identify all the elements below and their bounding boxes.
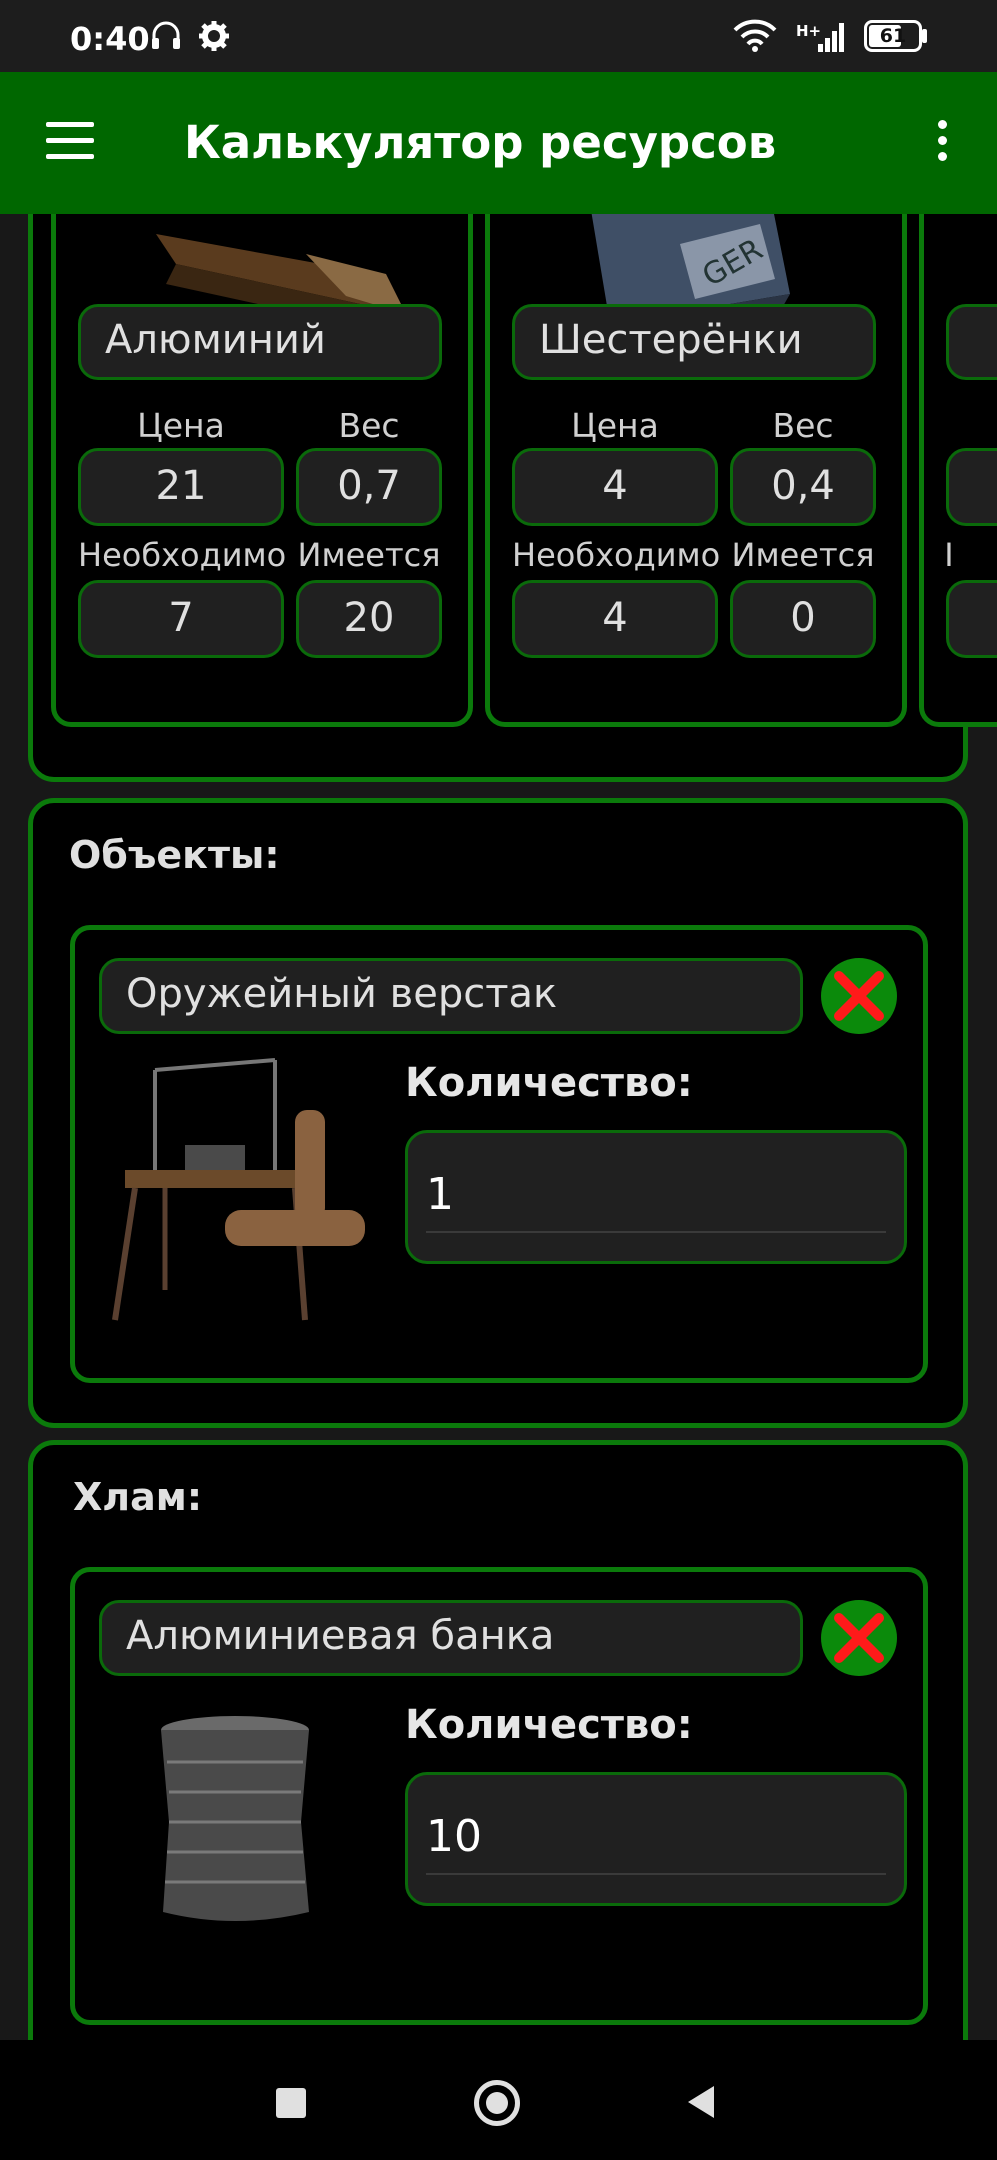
weight-label: Вес [772,406,834,445]
junk-qty-label: Количество: [405,1702,693,1748]
needed-label-partial: I [944,536,954,574]
resource-card: Алюминий Цена Вес 21 0,7 Необходимо Имее… [51,214,473,727]
close-icon [834,1613,884,1663]
needed-label: Необходимо [512,536,721,574]
junk-title: Хлам: [73,1475,203,1519]
objects-panel: Объекты: Оружейный верстак Количество: 1 [28,798,968,1428]
object-name-field[interactable]: Оружейный верстак [99,958,803,1034]
price-label: Цена [137,406,225,445]
object-item-card: Оружейный верстак Количество: 1 [70,925,928,1383]
status-time: 0:40 [70,20,150,58]
navigation-bar [0,2040,997,2160]
resource-card-partial: I [919,214,997,727]
battery-level: 61 [879,25,907,47]
object-qty-value: 1 [426,1169,454,1220]
have-field[interactable]: 20 [296,580,442,658]
junk-item-card: Алюминиевая банка Количество: 10 [70,1567,928,2025]
have-field[interactable]: 0 [730,580,876,658]
wifi-icon [733,19,777,52]
junk-qty-value: 10 [426,1811,482,1862]
resources-panel: Алюминий Цена Вес 21 0,7 Необходимо Имее… [28,214,997,782]
delete-object-button[interactable] [821,958,897,1034]
object-image-workbench [112,1058,365,1321]
headphones-icon [152,21,180,49]
needed-label: Необходимо [78,536,287,574]
junk-name-field[interactable]: Алюминиевая банка [99,1600,803,1676]
weight-label: Вес [338,406,400,445]
resource-card: GER Шестерёнки Цена Вес 4 0,4 Необходимо… [485,214,907,727]
back-triangle-icon[interactable] [686,2084,716,2120]
needed-field[interactable]: 7 [78,580,284,658]
junk-qty-input[interactable]: 10 [405,1772,907,1906]
home-circle-icon[interactable] [474,2080,520,2126]
status-bar: 0:40 H+ 61 [0,0,997,72]
price-field[interactable]: 21 [78,448,284,526]
delete-junk-button[interactable] [821,1600,897,1676]
weight-field[interactable]: 0,4 [730,448,876,526]
app-title: Калькулятор ресурсов [184,116,777,169]
needed-field[interactable]: 4 [512,580,718,658]
object-qty-input[interactable]: 1 [405,1130,907,1264]
battery-icon: 61 [864,20,922,52]
settings-gear-icon [199,21,229,51]
objects-title: Объекты: [69,833,280,877]
price-label: Цена [571,406,659,445]
signal-icon [818,23,844,52]
have-label: Имеется [297,536,441,574]
object-qty-label: Количество: [405,1060,693,1106]
junk-image-can [161,1716,309,1921]
app-bar: Калькулятор ресурсов [0,72,997,214]
have-label: Имеется [731,536,875,574]
resource-name: Алюминий [78,304,442,380]
resource-name: Шестерёнки [512,304,876,380]
close-icon [834,971,884,1021]
weight-field[interactable]: 0,7 [296,448,442,526]
recents-square-icon[interactable] [276,2088,306,2118]
junk-panel: Хлам: Алюминиевая банка Количество: 10 [28,1440,968,2040]
content-scroll[interactable]: Алюминий Цена Вес 21 0,7 Необходимо Имее… [0,214,997,2040]
menu-icon[interactable] [46,122,96,164]
more-options-icon[interactable] [930,120,954,170]
price-field[interactable]: 4 [512,448,718,526]
